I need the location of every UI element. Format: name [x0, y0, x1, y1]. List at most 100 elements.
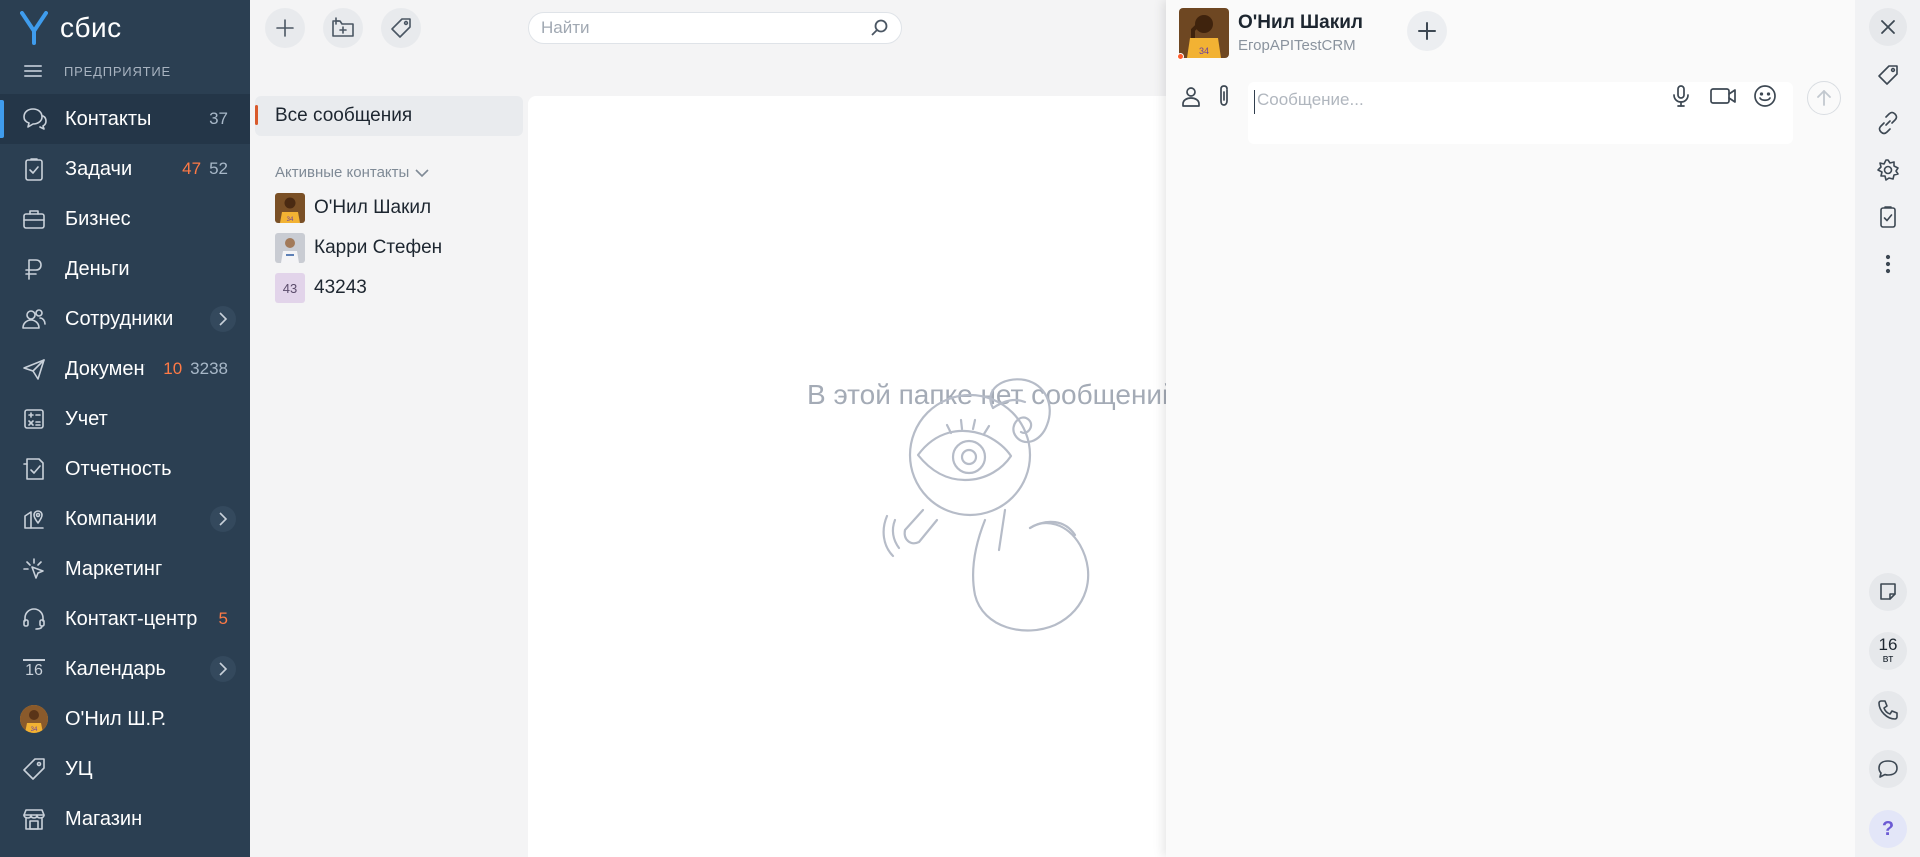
- nav-item-companies[interactable]: Компании: [0, 494, 250, 544]
- chat-panel: 34 О'Нил Шакил ЕгорAPITestCRM: [1166, 0, 1855, 857]
- rail-tags-button[interactable]: [1869, 56, 1907, 94]
- help-question-icon: ?: [1881, 817, 1895, 840]
- emoji-button[interactable]: [1752, 82, 1778, 110]
- smile-icon: [1754, 85, 1776, 107]
- expand-chevron-icon[interactable]: [210, 506, 236, 532]
- add-participant-button[interactable]: [1407, 11, 1447, 51]
- send-button[interactable]: [1807, 81, 1841, 115]
- chat-bubble-icon: [1878, 760, 1898, 778]
- chat-bubbles-icon: [20, 105, 48, 133]
- video-message-button[interactable]: [1708, 82, 1738, 110]
- nav-item-marketing[interactable]: Маркетинг: [0, 544, 250, 594]
- nav-item-business[interactable]: Бизнес: [0, 194, 250, 244]
- headset-icon: [20, 605, 48, 633]
- nav-item-tasks[interactable]: Задачи 47 52: [0, 144, 250, 194]
- contact-avatar: 34: [275, 193, 305, 223]
- contact-item[interactable]: 34 О'Нил Шакил: [275, 188, 525, 228]
- calendar-date-number: 16: [1878, 635, 1898, 654]
- right-rail: 16 вт ?: [1855, 0, 1920, 857]
- main-nav: Контакты 37 Задачи 47 52 Бизнес Деньги С…: [0, 94, 250, 844]
- nav-item-contact-center[interactable]: Контакт-центр 5: [0, 594, 250, 644]
- app-logo[interactable]: сбис: [20, 8, 122, 48]
- sbis-logo-icon: [20, 11, 48, 45]
- mention-button[interactable]: [1178, 82, 1204, 110]
- chat-contact-name[interactable]: О'Нил Шакил: [1238, 12, 1363, 34]
- nav-item-calendar[interactable]: 16 Календарь: [0, 644, 250, 694]
- ruble-icon: [20, 255, 48, 283]
- svg-text:34: 34: [1199, 46, 1209, 56]
- active-contacts-label: Активные контакты: [275, 164, 410, 181]
- nav-label: Бизнес: [65, 207, 131, 230]
- contact-initials-avatar: 43: [275, 273, 305, 303]
- rail-link-button[interactable]: [1869, 104, 1907, 142]
- new-folder-button[interactable]: [323, 8, 363, 48]
- rail-task-button[interactable]: [1869, 198, 1907, 236]
- close-panel-button[interactable]: [1869, 8, 1907, 46]
- nav-label: Маркетинг: [65, 557, 163, 580]
- expand-chevron-icon[interactable]: [210, 306, 236, 332]
- nav-item-employees[interactable]: Сотрудники: [0, 294, 250, 344]
- accent-counter: 10: [163, 359, 183, 378]
- help-button[interactable]: ?: [1869, 810, 1907, 848]
- nav-item-store[interactable]: Магазин: [0, 794, 250, 844]
- store-icon: [20, 805, 48, 833]
- online-status-dot: [1177, 53, 1184, 60]
- rail-more-button[interactable]: [1869, 245, 1907, 283]
- expand-chevron-icon[interactable]: [210, 656, 236, 682]
- message-composer-row: [1166, 78, 1855, 148]
- menu-burger-icon[interactable]: [24, 65, 42, 77]
- nav-label: Контакт-центр: [65, 607, 198, 630]
- create-button[interactable]: [265, 8, 305, 48]
- rail-settings-button[interactable]: [1869, 151, 1907, 189]
- nav-item-documents[interactable]: Документы 10 3238: [0, 344, 250, 394]
- main-toolbar: [265, 8, 421, 48]
- nav-label: Отчетность: [65, 457, 172, 480]
- nav-counters: 5: [212, 594, 228, 644]
- clipboard-check-icon: [1880, 206, 1896, 228]
- paperclip-icon: [1220, 85, 1228, 106]
- nav-item-contacts[interactable]: Контакты 37: [0, 94, 250, 144]
- nav-item-accounting[interactable]: Учет: [0, 394, 250, 444]
- chat-contact-avatar[interactable]: 34: [1179, 8, 1229, 58]
- message-input[interactable]: [1254, 90, 1654, 114]
- message-box: [1248, 82, 1793, 144]
- folder-all-messages[interactable]: Все сообщения: [255, 96, 523, 136]
- contact-avatar: [275, 233, 305, 263]
- video-camera-icon: [1710, 88, 1736, 104]
- nav-label: Документы: [65, 357, 145, 380]
- active-contacts-toggle[interactable]: Активные контакты: [275, 164, 525, 181]
- calendar-icon: 16: [20, 655, 48, 683]
- search-box: [528, 12, 902, 44]
- nav-counters: 47 52: [176, 144, 228, 194]
- tags-button[interactable]: [381, 8, 421, 48]
- user-avatar: 34: [20, 705, 48, 733]
- contact-item[interactable]: 43 43243: [275, 268, 525, 308]
- total-counter: 3238: [190, 359, 228, 378]
- rail-call-button[interactable]: [1869, 691, 1907, 729]
- snail-magnifier-icon: [882, 378, 1090, 632]
- nav-item-money[interactable]: Деньги: [0, 244, 250, 294]
- nav-item-reporting[interactable]: Отчетность: [0, 444, 250, 494]
- more-vertical-icon: [1885, 254, 1891, 274]
- person-icon: [1182, 87, 1200, 107]
- nav-label: Компании: [65, 507, 157, 530]
- contact-item[interactable]: Карри Стефен: [275, 228, 525, 268]
- empty-folder-illustration: [875, 370, 1125, 640]
- cursor-click-icon: [20, 555, 48, 583]
- tasks-icon: [20, 155, 48, 183]
- nav-item-profile[interactable]: 34 О'Нил Ш.Р.: [0, 694, 250, 744]
- search-input[interactable]: [541, 18, 869, 38]
- search-icon[interactable]: [869, 18, 889, 38]
- rail-chat-button[interactable]: [1869, 750, 1907, 788]
- rail-calendar-button[interactable]: 16 вт: [1869, 632, 1907, 670]
- tag-icon: [391, 18, 411, 38]
- tag-icon: [20, 755, 48, 783]
- tag-icon: [1878, 65, 1898, 85]
- contact-name: О'Нил Шакил: [314, 197, 432, 218]
- voice-message-button[interactable]: [1668, 82, 1694, 110]
- org-switcher[interactable]: ПРЕДПРИЯТИЕ: [24, 60, 171, 82]
- attach-button[interactable]: [1211, 82, 1237, 110]
- arrow-up-icon: [1817, 90, 1831, 106]
- rail-notes-button[interactable]: [1869, 573, 1907, 611]
- nav-item-uc[interactable]: УЦ: [0, 744, 250, 794]
